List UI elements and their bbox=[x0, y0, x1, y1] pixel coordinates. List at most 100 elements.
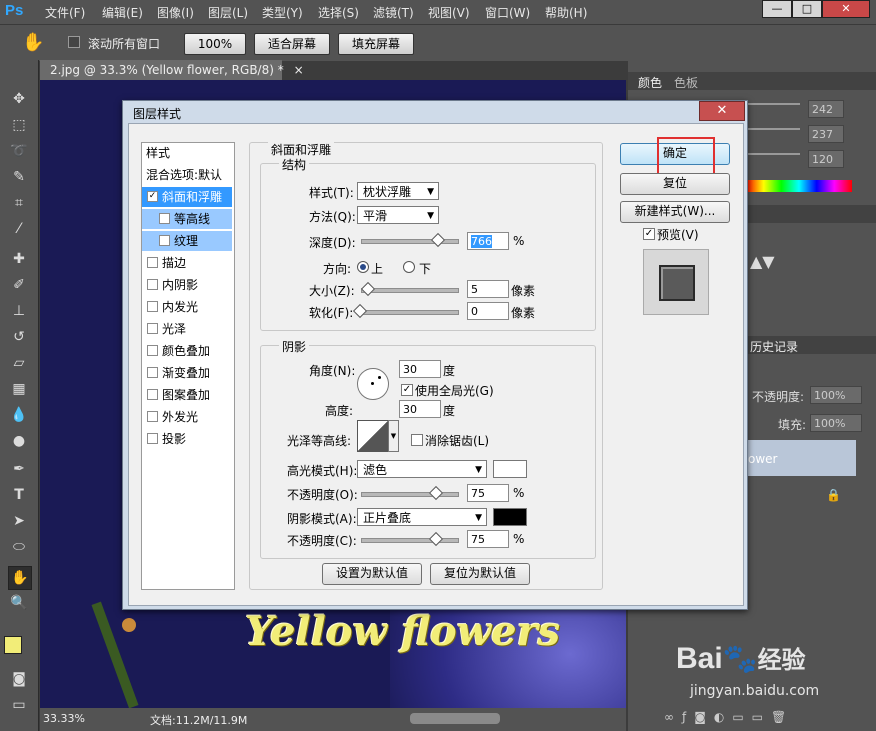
eraser-tool-icon[interactable]: ▱ bbox=[8, 352, 30, 374]
menu-file[interactable]: 文件(F) bbox=[45, 4, 85, 21]
style-item-11[interactable]: 外发光 bbox=[142, 407, 232, 427]
highlight-opacity-field[interactable]: 75 bbox=[467, 484, 509, 502]
menu-edit[interactable]: 编辑(E) bbox=[102, 4, 143, 21]
shadow-opacity-thumb[interactable] bbox=[428, 531, 444, 547]
style-item-7[interactable]: 光泽 bbox=[142, 319, 232, 339]
path-select-tool-icon[interactable]: ➤ bbox=[8, 510, 30, 532]
r-value[interactable]: 242 bbox=[808, 100, 844, 118]
depth-slider-thumb[interactable] bbox=[430, 232, 446, 248]
direction-up-radio[interactable] bbox=[357, 261, 369, 273]
layer-row-selected[interactable]: ower bbox=[746, 440, 856, 476]
menu-view[interactable]: 视图(V) bbox=[428, 4, 470, 21]
shadow-opacity-field[interactable]: 75 bbox=[467, 530, 509, 548]
style-item-9[interactable]: 渐变叠加 bbox=[142, 363, 232, 383]
pen-tool-icon[interactable]: ✒ bbox=[8, 458, 30, 480]
scroll-all-checkbox[interactable] bbox=[68, 36, 80, 48]
make-default-button[interactable]: 设置为默认值 bbox=[322, 563, 422, 585]
antialias-checkbox[interactable] bbox=[411, 434, 423, 446]
marquee-tool-icon[interactable]: ⬚ bbox=[8, 114, 30, 136]
style-item-10[interactable]: 图案叠加 bbox=[142, 385, 232, 405]
b-value[interactable]: 120 bbox=[808, 150, 844, 168]
history-brush-tool-icon[interactable]: ↺ bbox=[8, 326, 30, 348]
fill-field[interactable]: 100% bbox=[810, 414, 862, 432]
close-button[interactable]: ✕ bbox=[822, 0, 870, 18]
size-field[interactable]: 5 bbox=[467, 280, 509, 298]
highlight-opacity-slider[interactable] bbox=[361, 492, 459, 497]
r-slider[interactable] bbox=[748, 103, 800, 105]
depth-field[interactable]: 766 bbox=[467, 232, 509, 250]
stamp-tool-icon[interactable]: ⊥ bbox=[8, 300, 30, 322]
menu-type[interactable]: 类型(Y) bbox=[262, 4, 303, 21]
angle-field[interactable]: 30 bbox=[399, 360, 441, 378]
fill-screen-button[interactable]: 填充屏幕 bbox=[338, 33, 414, 55]
quick-select-tool-icon[interactable]: ✎ bbox=[8, 166, 30, 188]
adjustment-icons[interactable]: ▲▼ bbox=[750, 252, 775, 271]
zoom-100-button[interactable]: 100% bbox=[184, 33, 246, 55]
brush-tool-icon[interactable]: ✐ bbox=[8, 274, 30, 296]
hand-tool-icon[interactable]: ✋ bbox=[8, 566, 32, 590]
shadow-opacity-slider[interactable] bbox=[361, 538, 459, 543]
foreground-color-swatch[interactable] bbox=[4, 636, 22, 654]
highlight-opacity-thumb[interactable] bbox=[428, 485, 444, 501]
type-tool-icon[interactable]: T bbox=[8, 484, 30, 506]
b-slider[interactable] bbox=[748, 153, 800, 155]
tab-swatches[interactable]: 色板 bbox=[674, 74, 698, 91]
style-item-checkbox[interactable] bbox=[147, 301, 158, 312]
styles-header[interactable]: 样式 bbox=[142, 143, 232, 163]
style-item-checkbox[interactable] bbox=[147, 389, 158, 400]
quick-mask-icon[interactable]: ◙ bbox=[8, 668, 30, 690]
tab-history[interactable]: 历史记录 bbox=[750, 338, 798, 355]
altitude-field[interactable]: 30 bbox=[399, 400, 441, 418]
menu-layer[interactable]: 图层(L) bbox=[208, 4, 248, 21]
minimize-button[interactable]: — bbox=[762, 0, 792, 18]
highlight-mode-select[interactable]: 滤色 ▼ bbox=[357, 460, 487, 478]
direction-down-radio[interactable] bbox=[403, 261, 415, 273]
dodge-tool-icon[interactable]: ● bbox=[8, 430, 30, 452]
chevron-down-icon[interactable]: ▼ bbox=[388, 420, 399, 452]
new-style-button[interactable]: 新建样式(W)... bbox=[620, 201, 730, 223]
global-light-checkbox[interactable]: ✓ bbox=[401, 384, 413, 396]
gradient-tool-icon[interactable]: ▦ bbox=[8, 378, 30, 400]
size-slider-thumb[interactable] bbox=[360, 281, 376, 297]
menu-help[interactable]: 帮助(H) bbox=[545, 4, 587, 21]
style-item-checkbox[interactable] bbox=[159, 235, 170, 246]
menu-select[interactable]: 选择(S) bbox=[318, 4, 359, 21]
crop-tool-icon[interactable]: ⌗ bbox=[8, 192, 30, 214]
preview-checkbox[interactable]: ✓ bbox=[643, 228, 655, 240]
lasso-tool-icon[interactable]: ➰ bbox=[8, 140, 30, 162]
style-item-4[interactable]: 描边 bbox=[142, 253, 232, 273]
move-tool-icon[interactable]: ✥ bbox=[8, 88, 30, 110]
tab-color[interactable]: 颜色 bbox=[638, 74, 662, 91]
g-value[interactable]: 237 bbox=[808, 125, 844, 143]
healing-brush-tool-icon[interactable]: ✚ bbox=[8, 248, 30, 270]
technique-select[interactable]: 平滑 ▼ bbox=[357, 206, 439, 224]
fit-screen-button[interactable]: 适合屏幕 bbox=[254, 33, 330, 55]
style-item-checkbox[interactable] bbox=[147, 367, 158, 378]
layer-footer-icons[interactable]: ∞ƒ◙◐▭▭🗑 bbox=[664, 710, 794, 724]
style-item-checkbox[interactable] bbox=[159, 213, 170, 224]
style-item-2[interactable]: 等高线 bbox=[142, 209, 232, 229]
style-item-checkbox[interactable] bbox=[147, 257, 158, 268]
blur-tool-icon[interactable]: 💧 bbox=[8, 404, 30, 426]
style-item-checkbox[interactable] bbox=[147, 411, 158, 422]
blend-options-item[interactable]: 混合选项:默认 bbox=[142, 165, 232, 185]
opacity-field[interactable]: 100% bbox=[810, 386, 862, 404]
menu-image[interactable]: 图像(I) bbox=[157, 4, 194, 21]
style-item-5[interactable]: 内阴影 bbox=[142, 275, 232, 295]
reset-default-button[interactable]: 复位为默认值 bbox=[430, 563, 530, 585]
gloss-contour-preview[interactable] bbox=[357, 420, 389, 452]
highlight-color-swatch[interactable] bbox=[493, 460, 527, 478]
style-item-3[interactable]: 纹理 bbox=[142, 231, 232, 251]
document-close-icon[interactable]: × bbox=[294, 63, 304, 77]
bevel-style-select[interactable]: 枕状浮雕 ▼ bbox=[357, 182, 439, 200]
style-item-6[interactable]: 内发光 bbox=[142, 297, 232, 317]
style-item-checkbox[interactable] bbox=[147, 345, 158, 356]
g-slider[interactable] bbox=[748, 128, 800, 130]
shadow-color-swatch[interactable] bbox=[493, 508, 527, 526]
eyedropper-tool-icon[interactable]: ⁄ bbox=[8, 218, 30, 240]
style-item-checkbox[interactable] bbox=[147, 433, 158, 444]
angle-dial[interactable] bbox=[357, 368, 389, 400]
size-slider[interactable] bbox=[361, 288, 459, 293]
style-item-checkbox[interactable]: ✓ bbox=[147, 191, 158, 202]
hand-tool-icon[interactable]: ✋ bbox=[22, 32, 44, 53]
